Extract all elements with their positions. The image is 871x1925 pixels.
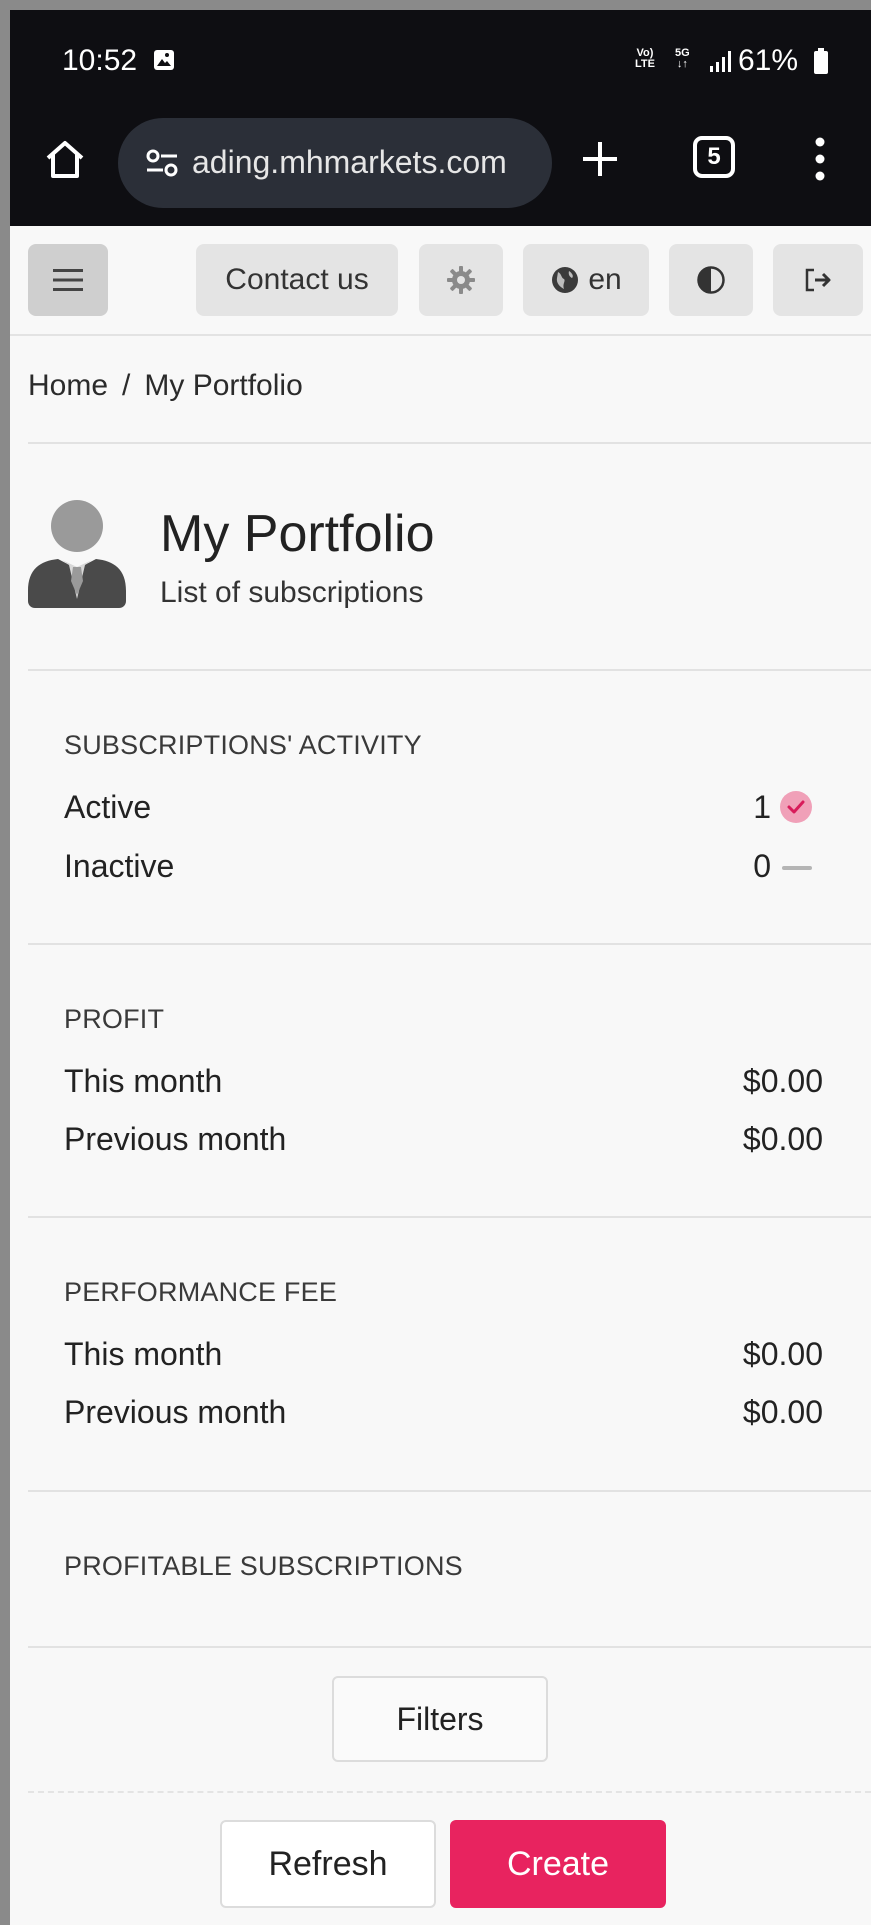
globe-icon <box>552 267 579 293</box>
contrast-icon <box>697 266 725 294</box>
language-label: en <box>588 263 622 296</box>
check-circle-icon <box>780 791 812 823</box>
url-bar[interactable]: ading.mhmarkets.com <box>118 118 552 208</box>
filters-button[interactable]: Filters <box>332 1676 548 1762</box>
divider <box>28 442 871 444</box>
breadcrumb-home-link[interactable]: Home <box>28 369 108 402</box>
profit-prev-month-value: $0.00 <box>742 1121 823 1157</box>
profit-section-title: PROFIT <box>64 1004 165 1034</box>
page-subtitle: List of subscriptions <box>160 576 424 609</box>
breadcrumb: Home / My Portfolio <box>28 369 303 403</box>
activity-section-title: SUBSCRIPTIONS' ACTIVITY <box>64 730 422 760</box>
browser-toolbar: ading.mhmarkets.com 5 <box>10 110 871 226</box>
divider <box>28 669 871 671</box>
status-bar: 10:52 Vo) LTE 5G ↓↑ 61% <box>10 10 871 110</box>
settings-button[interactable] <box>419 244 503 316</box>
battery-icon <box>814 48 828 74</box>
language-button[interactable]: en <box>523 244 649 316</box>
fee-section-title: PERFORMANCE FEE <box>64 1277 338 1307</box>
fee-this-month-value: $0.00 <box>742 1336 823 1372</box>
phone-screen: 10:52 Vo) LTE 5G ↓↑ 61% ading.mhmarkets.… <box>10 10 871 1925</box>
menu-button[interactable] <box>28 244 108 316</box>
profit-this-month-label: This month <box>64 1063 223 1099</box>
page-title: My Portfolio <box>160 505 435 563</box>
divider <box>28 1646 871 1648</box>
contact-us-button[interactable]: Contact us <box>196 244 398 316</box>
inactive-label: Inactive <box>64 848 175 884</box>
logout-icon <box>805 268 831 292</box>
url-text[interactable]: ading.mhmarkets.com <box>192 144 507 181</box>
signal-icon <box>710 51 731 72</box>
more-vert-icon[interactable] <box>810 134 830 184</box>
profitable-section-title: PROFITABLE SUBSCRIPTIONS <box>64 1551 463 1581</box>
fee-prev-month-label: Previous month <box>64 1394 287 1430</box>
profit-prev-month-label: Previous month <box>64 1121 287 1157</box>
tab-switcher-button[interactable]: 5 <box>693 136 735 178</box>
dashed-divider <box>28 1791 871 1793</box>
refresh-button[interactable]: Refresh <box>220 1820 436 1908</box>
inactive-count: 0 <box>753 848 771 884</box>
site-settings-icon[interactable] <box>144 147 180 179</box>
gear-icon <box>447 266 475 294</box>
fee-this-month-label: This month <box>64 1336 223 1372</box>
web-page: Contact us en Home / My Portfolio My Por… <box>10 226 871 1925</box>
profit-this-month-value: $0.00 <box>742 1063 823 1099</box>
status-time: 10:52 <box>62 44 138 77</box>
user-avatar-icon <box>28 500 126 608</box>
battery-percent: 61% <box>738 44 799 77</box>
dash-icon <box>782 866 812 870</box>
nav-divider <box>10 334 871 336</box>
fee-prev-month-value: $0.00 <box>742 1394 823 1430</box>
gallery-icon <box>154 50 174 70</box>
hamburger-icon <box>53 269 83 291</box>
divider <box>28 943 871 945</box>
volte-indicator: Vo) LTE <box>635 47 655 70</box>
divider <box>28 1490 871 1492</box>
create-button[interactable]: Create <box>450 1820 666 1908</box>
plus-icon[interactable] <box>575 134 625 184</box>
network-5g-indicator: 5G ↓↑ <box>675 47 690 70</box>
active-label: Active <box>64 789 152 825</box>
active-count: 1 <box>753 789 771 825</box>
breadcrumb-separator: / <box>122 369 131 402</box>
logout-button[interactable] <box>773 244 863 316</box>
divider <box>28 1216 871 1218</box>
breadcrumb-current: My Portfolio <box>144 369 303 402</box>
theme-toggle-button[interactable] <box>669 244 753 316</box>
home-icon[interactable] <box>40 134 90 184</box>
